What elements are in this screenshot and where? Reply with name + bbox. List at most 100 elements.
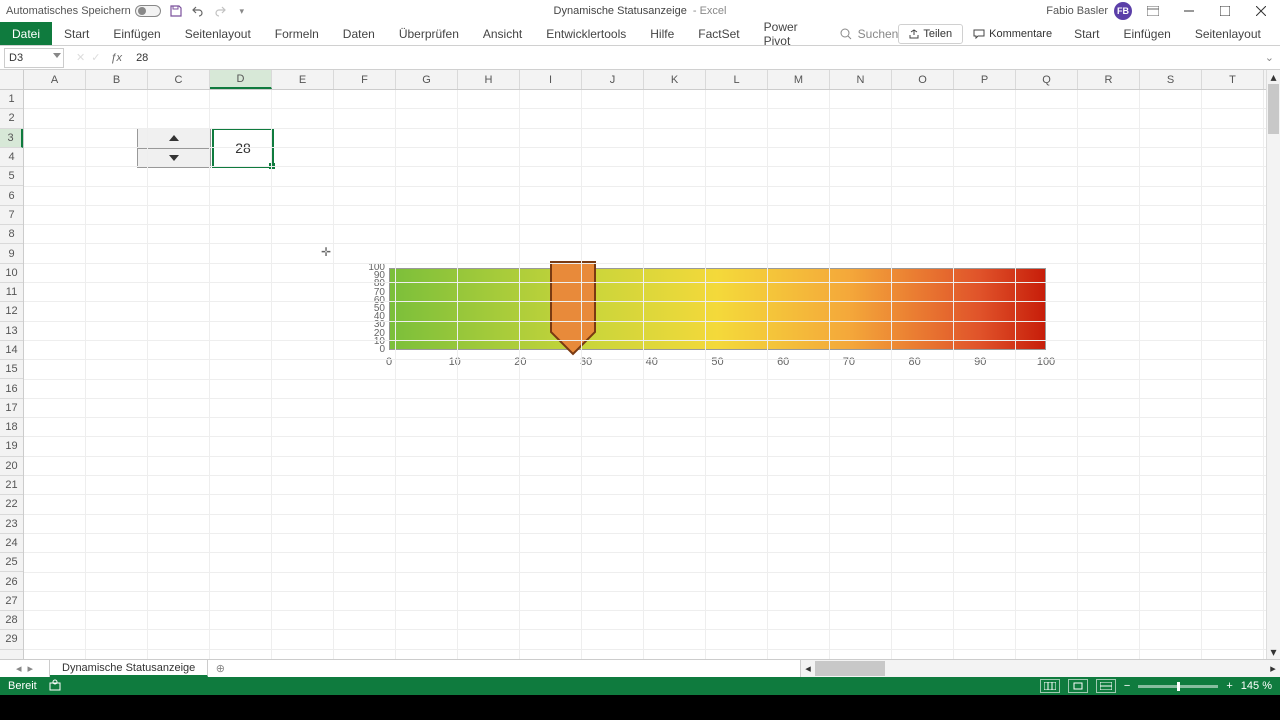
column-header[interactable]: G: [396, 70, 458, 89]
column-header[interactable]: I: [520, 70, 582, 89]
ribbon-tab-power pivot[interactable]: Power Pivot: [752, 22, 810, 45]
sheet-tab-active[interactable]: Dynamische Statusanzeige: [50, 660, 208, 677]
row-header[interactable]: 1: [0, 90, 23, 109]
column-header[interactable]: O: [892, 70, 954, 89]
page-break-view-icon[interactable]: [1096, 679, 1116, 693]
scroll-down-icon[interactable]: ▾: [1267, 645, 1280, 659]
row-header[interactable]: 21: [0, 476, 23, 495]
row-header[interactable]: 27: [0, 592, 23, 611]
share-button[interactable]: Teilen: [898, 24, 963, 44]
column-header[interactable]: Q: [1016, 70, 1078, 89]
name-box[interactable]: D3: [4, 48, 64, 68]
autosave-toggle[interactable]: Automatisches Speichern: [6, 5, 161, 17]
row-header[interactable]: 3: [0, 129, 23, 148]
row-header[interactable]: 24: [0, 534, 23, 553]
maximize-icon[interactable]: [1210, 0, 1240, 22]
zoom-in-icon[interactable]: +: [1226, 680, 1232, 692]
select-all-corner[interactable]: [0, 70, 24, 90]
zoom-level[interactable]: 145 %: [1241, 680, 1272, 692]
row-header[interactable]: 12: [0, 302, 23, 321]
column-header[interactable]: C: [148, 70, 210, 89]
enter-formula-icon[interactable]: ✓: [91, 51, 100, 64]
selected-cell[interactable]: 28: [212, 128, 274, 168]
column-header[interactable]: M: [768, 70, 830, 89]
spin-down-button[interactable]: [138, 149, 210, 168]
column-header[interactable]: H: [458, 70, 520, 89]
ribbon-tab-seitenlayout[interactable]: Seitenlayout: [1183, 22, 1273, 45]
column-header[interactable]: D: [210, 70, 272, 89]
row-header[interactable]: 2: [0, 109, 23, 128]
ribbon-tab-einfügen[interactable]: Einfügen: [101, 22, 172, 45]
cancel-formula-icon[interactable]: ✕: [76, 51, 85, 64]
row-header[interactable]: 4: [0, 148, 23, 167]
row-header[interactable]: 5: [0, 167, 23, 186]
status-gauge-chart[interactable]: 0102030405060708090100010203040506070809…: [389, 268, 1046, 350]
minimize-icon[interactable]: [1174, 0, 1204, 22]
redo-icon[interactable]: [213, 4, 227, 18]
row-header[interactable]: 23: [0, 515, 23, 534]
ribbon-tab-formeln[interactable]: Formeln: [263, 22, 331, 45]
normal-view-icon[interactable]: [1040, 679, 1060, 693]
column-header[interactable]: S: [1140, 70, 1202, 89]
cells-area[interactable]: 28 ✛ 01020304050607080901000102030405060…: [24, 90, 1266, 659]
zoom-thumb[interactable]: [1177, 682, 1180, 691]
user-name[interactable]: Fabio Basler: [1046, 5, 1108, 17]
vertical-scrollbar[interactable]: ▴ ▾: [1266, 70, 1280, 659]
column-header[interactable]: L: [706, 70, 768, 89]
row-header[interactable]: 10: [0, 264, 23, 283]
horizontal-scrollbar[interactable]: ◂ ▸: [800, 660, 1280, 677]
column-header[interactable]: A: [24, 70, 86, 89]
column-header[interactable]: N: [830, 70, 892, 89]
row-header[interactable]: 26: [0, 572, 23, 591]
ribbon-tab-überprüfen[interactable]: Überprüfen: [387, 22, 471, 45]
fx-icon[interactable]: ƒx: [110, 52, 122, 64]
row-header[interactable]: 17: [0, 399, 23, 418]
user-avatar[interactable]: FB: [1114, 2, 1132, 20]
column-header[interactable]: P: [954, 70, 1016, 89]
hscroll-thumb[interactable]: [815, 661, 885, 676]
ribbon-display-icon[interactable]: [1138, 0, 1168, 22]
row-header[interactable]: 25: [0, 553, 23, 572]
scroll-left-icon[interactable]: ◂: [801, 660, 815, 677]
row-header[interactable]: 7: [0, 206, 23, 225]
row-header[interactable]: 8: [0, 225, 23, 244]
row-header[interactable]: 14: [0, 341, 23, 360]
row-header[interactable]: 9: [0, 244, 23, 263]
search-box[interactable]: Suchen: [840, 22, 899, 45]
row-header[interactable]: 18: [0, 418, 23, 437]
ribbon-tab-factset[interactable]: FactSet: [686, 22, 751, 45]
page-layout-view-icon[interactable]: [1068, 679, 1088, 693]
scroll-right-icon[interactable]: ▸: [1266, 660, 1280, 677]
ribbon-tab-hilfe[interactable]: Hilfe: [638, 22, 686, 45]
row-header[interactable]: 11: [0, 283, 23, 302]
worksheet-grid[interactable]: ABCDEFGHIJKLMNOPQRST 1234567891011121314…: [0, 70, 1280, 659]
expand-formula-icon[interactable]: ⌄: [1259, 51, 1280, 64]
column-header[interactable]: K: [644, 70, 706, 89]
row-header[interactable]: 15: [0, 360, 23, 379]
ribbon-tab-ansicht[interactable]: Ansicht: [471, 22, 534, 45]
sheet-prev-icon[interactable]: ◂: [16, 662, 22, 675]
sheet-next-icon[interactable]: ▸: [28, 662, 34, 675]
ribbon-tab-seitenlayout[interactable]: Seitenlayout: [173, 22, 263, 45]
row-header[interactable]: 19: [0, 437, 23, 456]
row-header[interactable]: 20: [0, 457, 23, 476]
save-icon[interactable]: [169, 4, 183, 18]
sheet-nav[interactable]: ◂▸: [0, 660, 50, 677]
spin-up-button[interactable]: [138, 129, 210, 149]
column-header[interactable]: F: [334, 70, 396, 89]
ribbon-tab-formeln[interactable]: Formeln: [1273, 22, 1280, 45]
close-icon[interactable]: [1246, 0, 1276, 22]
ribbon-tab-daten[interactable]: Daten: [331, 22, 387, 45]
column-header[interactable]: E: [272, 70, 334, 89]
scroll-thumb[interactable]: [1268, 84, 1279, 134]
column-header[interactable]: J: [582, 70, 644, 89]
column-header[interactable]: R: [1078, 70, 1140, 89]
column-header[interactable]: T: [1202, 70, 1264, 89]
row-header[interactable]: 16: [0, 379, 23, 398]
spin-button-control[interactable]: [137, 128, 211, 168]
column-header[interactable]: B: [86, 70, 148, 89]
comments-button[interactable]: Kommentare: [963, 22, 1062, 46]
row-header[interactable]: 28: [0, 611, 23, 630]
ribbon-tab-start[interactable]: Start: [1062, 22, 1111, 45]
ribbon-tab-start[interactable]: Start: [52, 22, 101, 45]
